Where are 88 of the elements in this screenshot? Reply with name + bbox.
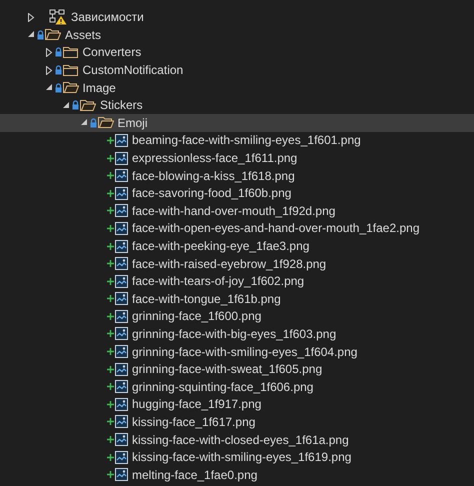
image-file-icon — [115, 186, 128, 200]
tree-item[interactable]: Зависимости — [0, 8, 474, 26]
folder-icon — [62, 64, 78, 77]
open-folder-icon — [45, 28, 61, 42]
tree-item[interactable]: Converters — [0, 44, 474, 62]
tree-item-label: grinning-face_1f600.png — [132, 309, 262, 324]
tree-item-label: grinning-face-with-sweat_1f605.png — [132, 362, 322, 376]
tree-item-label: Зависимости — [71, 10, 144, 24]
tree-item-label: kissing-face_1f617.png — [132, 414, 256, 429]
tree-item-label: face-with-raised-eyebrow_1f928.png — [132, 256, 326, 271]
tree-item[interactable]: grinning-face-with-sweat_1f605.png — [0, 360, 474, 378]
image-file-icon — [115, 415, 128, 428]
tree-item[interactable]: face-with-open-eyes-and-hand-over-mouth_1fae2.png — [0, 220, 474, 238]
tree-item[interactable]: hugging-face_1f917.png — [0, 396, 474, 414]
collapsed-arrow-icon[interactable] — [27, 12, 35, 22]
tree-item-label: grinning-face-with-smiling-eyes_1f604.png — [132, 344, 358, 359]
tree-item[interactable]: Emoji — [0, 114, 474, 132]
image-file-icon — [115, 468, 128, 482]
tree-item[interactable]: face-with-hand-over-mouth_1f92d.png — [0, 202, 474, 220]
folder-icon — [62, 46, 78, 59]
image-file-icon — [115, 380, 128, 394]
image-file-icon — [115, 433, 128, 446]
image-file-icon — [115, 257, 128, 270]
tree-item-label: kissing-face-with-smiling-eyes_1f619.png — [132, 450, 352, 464]
tree-item-label: face-with-tears-of-joy_1f602.png — [132, 274, 304, 288]
image-file-icon — [115, 310, 128, 323]
tree-item-label: hugging-face_1f917.png — [132, 397, 262, 412]
image-file-icon — [115, 169, 128, 182]
tree-item-label: Image — [82, 80, 116, 95]
tree-item-label: Assets — [65, 28, 102, 42]
image-file-icon — [115, 222, 128, 235]
tree-item[interactable]: melting-face_1fae0.png — [0, 466, 474, 484]
tree-item[interactable]: face-with-raised-eyebrow_1f928.png — [0, 254, 474, 272]
tree-item-label: Emoji — [118, 116, 148, 130]
tree-item-label: face-with-hand-over-mouth_1f92d.png — [132, 204, 336, 218]
tree-item[interactable]: CustomNotification — [0, 61, 474, 79]
image-file-icon — [115, 204, 128, 218]
tree-item[interactable]: grinning-squinting-face_1f606.png — [0, 378, 474, 396]
tree-item[interactable]: grinning-face-with-smiling-eyes_1f604.png — [0, 342, 474, 360]
expanded-arrow-icon[interactable] — [44, 83, 52, 92]
open-folder-icon — [98, 116, 114, 130]
expanded-arrow-icon[interactable] — [27, 30, 35, 40]
tree-item[interactable]: Image — [0, 78, 474, 96]
image-file-icon — [115, 362, 128, 376]
image-file-icon — [115, 152, 128, 165]
tree-item-label: face-with-peeking-eye_1fae3.png — [132, 239, 310, 254]
tree-item[interactable]: Assets — [0, 26, 474, 44]
tree-item-label: face-with-tongue_1f61b.png — [132, 292, 281, 306]
open-folder-icon — [80, 98, 96, 112]
image-file-icon — [115, 292, 128, 306]
image-file-icon — [115, 327, 128, 340]
tree-item-label: face-blowing-a-kiss_1f618.png — [132, 168, 295, 183]
dependencies-icon — [49, 9, 67, 26]
tree-item-label: grinning-face-with-big-eyes_1f603.png — [132, 326, 336, 341]
tree-item[interactable]: face-blowing-a-kiss_1f618.png — [0, 166, 474, 184]
tree-item[interactable]: beaming-face-with-smiling-eyes_1f601.png — [0, 132, 474, 150]
tree-item-label: CustomNotification — [82, 63, 184, 78]
expanded-arrow-icon[interactable] — [80, 118, 88, 128]
open-folder-icon — [62, 81, 78, 94]
image-file-icon — [115, 274, 128, 288]
collapsed-arrow-icon[interactable] — [44, 48, 52, 57]
expanded-arrow-icon[interactable] — [62, 100, 70, 110]
collapsed-arrow-icon[interactable] — [44, 66, 52, 75]
tree-item-label: face-with-open-eyes-and-hand-over-mouth_1fae2.png — [132, 221, 420, 236]
tree-item[interactable]: face-with-tears-of-joy_1f602.png — [0, 272, 474, 290]
tree-item[interactable]: expressionless-face_1f611.png — [0, 149, 474, 167]
tree-item-label: Stickers — [100, 98, 143, 112]
image-file-icon — [115, 134, 128, 147]
tree-item-label: melting-face_1fae0.png — [132, 468, 258, 482]
tree-item[interactable]: grinning-face-with-big-eyes_1f603.png — [0, 325, 474, 343]
tree-item-label: Converters — [82, 45, 142, 60]
tree-item[interactable]: kissing-face_1f617.png — [0, 413, 474, 431]
image-file-icon — [115, 450, 128, 464]
image-file-icon — [115, 345, 128, 358]
tree-item-label: grinning-squinting-face_1f606.png — [132, 380, 314, 394]
tree-item-label: expressionless-face_1f611.png — [132, 151, 298, 166]
tree-item-label: face-savoring-food_1f60b.png — [132, 186, 292, 200]
tree-item-label: beaming-face-with-smiling-eyes_1f601.png — [132, 133, 361, 148]
tree-item[interactable]: face-with-peeking-eye_1fae3.png — [0, 237, 474, 255]
tree-item[interactable]: Stickers — [0, 96, 474, 114]
image-file-icon — [115, 398, 128, 411]
tree-item[interactable]: kissing-face-with-smiling-eyes_1f619.png — [0, 448, 474, 466]
image-file-icon — [115, 240, 128, 253]
tree-item[interactable]: grinning-face_1f600.png — [0, 308, 474, 326]
tree-item[interactable]: kissing-face-with-closed-eyes_1f61a.png — [0, 430, 474, 448]
tree-item[interactable]: face-savoring-food_1f60b.png — [0, 184, 474, 202]
tree-item-label: kissing-face-with-closed-eyes_1f61a.png — [132, 432, 349, 447]
tree-item[interactable]: face-with-tongue_1f61b.png — [0, 290, 474, 308]
